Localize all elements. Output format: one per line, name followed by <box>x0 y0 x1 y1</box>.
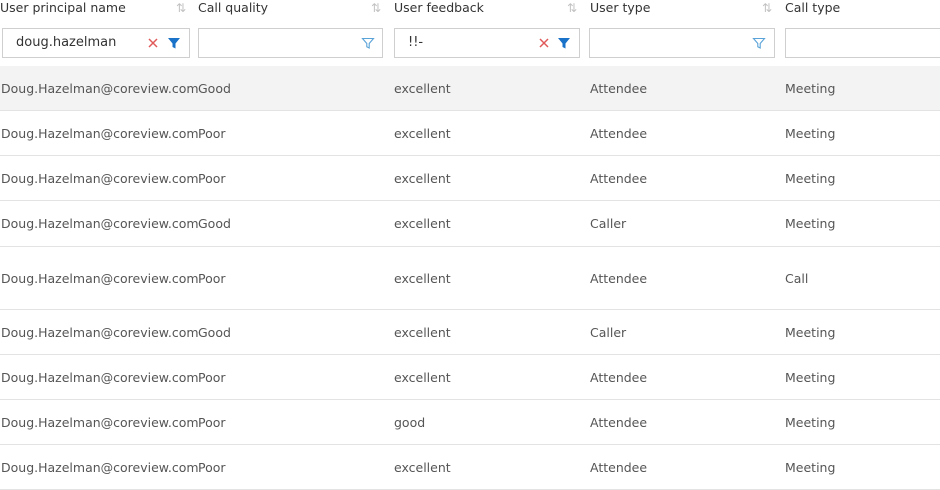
cell-user-principal-name: Doug.Hazelman@coreview.com <box>1 369 199 385</box>
cell-user-principal-name: Doug.Hazelman@coreview.com <box>1 80 199 96</box>
cell-user-principal-name: Doug.Hazelman@coreview.com <box>1 459 199 475</box>
header-user-feedback[interactable]: User feedback <box>394 0 484 16</box>
cell-user-type: Attendee <box>590 369 648 385</box>
sort-icon[interactable]: ⇅ <box>369 0 383 16</box>
cell-user-feedback: excellent <box>394 125 451 141</box>
header-user-type[interactable]: User type <box>590 0 650 16</box>
filter-user-principal-name[interactable]: doug.hazelman <box>2 28 190 58</box>
table-row[interactable]: Doug.Hazelman@coreview.com Poor excellent A… <box>0 111 940 156</box>
cell-user-feedback: excellent <box>394 216 451 231</box>
cell-user-type: Attendee <box>590 80 648 96</box>
cell-call-quality: Poor <box>198 270 226 286</box>
cell-call-type: Meeting <box>785 414 836 430</box>
cell-call-quality: Poor <box>198 170 226 186</box>
table-row[interactable]: Doug.Hazelman@coreview.com Poor excellent A… <box>0 445 940 490</box>
cell-call-quality: Good <box>198 80 231 96</box>
cell-user-feedback: excellent <box>394 170 451 186</box>
table-row[interactable]: Doug.Hazelman@coreview.com Poor excellent A… <box>0 355 940 400</box>
funnel-icon[interactable] <box>167 36 181 50</box>
table-row[interactable]: Doug.Hazelman@coreview.com Good excellent A… <box>0 66 940 111</box>
sort-icon[interactable]: ⇅ <box>174 0 188 16</box>
cell-user-feedback: excellent <box>394 459 451 475</box>
filter-user-feedback[interactable]: !!- <box>394 28 580 58</box>
table-row[interactable]: Doug.Hazelman@coreview.com Poor excellent A… <box>0 247 940 310</box>
cell-call-quality: Poor <box>198 125 226 141</box>
cell-user-principal-name: Doug.Hazelman@coreview.com <box>1 170 199 186</box>
sort-icon[interactable]: ⇅ <box>760 0 774 16</box>
cell-call-type: Meeting <box>785 80 836 96</box>
funnel-icon[interactable] <box>752 36 766 50</box>
filter-call-type[interactable] <box>785 28 940 58</box>
cell-user-principal-name: Doug.Hazelman@coreview.com <box>1 270 199 286</box>
filter-user-type[interactable] <box>589 28 775 58</box>
cell-call-type: Meeting <box>785 170 836 186</box>
close-icon[interactable] <box>146 36 160 50</box>
cell-call-type: Meeting <box>785 369 836 385</box>
cell-user-principal-name: Doug.Hazelman@coreview.com <box>1 125 199 141</box>
close-icon[interactable] <box>537 36 551 50</box>
cell-call-type: Call <box>785 270 809 286</box>
cell-call-quality: Poor <box>198 459 226 475</box>
cell-user-feedback: excellent <box>394 270 451 286</box>
cell-user-feedback: good <box>394 414 426 430</box>
cell-user-type: Caller <box>590 216 627 231</box>
cell-call-type: Meeting <box>785 125 836 141</box>
header-call-type[interactable]: Call type <box>785 0 840 16</box>
cell-call-quality: Poor <box>198 414 226 430</box>
funnel-icon[interactable] <box>361 36 375 50</box>
cell-call-type: Meeting <box>785 324 836 340</box>
cell-user-feedback: excellent <box>394 324 451 340</box>
cell-user-type: Attendee <box>590 459 648 475</box>
cell-call-quality: Good <box>198 324 231 340</box>
cell-call-quality: Good <box>198 216 231 231</box>
cell-user-principal-name: Doug.Hazelman@coreview.com <box>1 216 199 231</box>
cell-user-type: Attendee <box>590 270 648 286</box>
filter-value[interactable]: doug.hazelman <box>16 29 116 57</box>
header-call-quality[interactable]: Call quality <box>198 0 268 16</box>
cell-user-feedback: excellent <box>394 369 451 385</box>
cell-user-type: Caller <box>590 324 627 340</box>
table-row[interactable]: Doug.Hazelman@coreview.com Good excellent C… <box>0 201 940 247</box>
cell-user-principal-name: Doug.Hazelman@coreview.com <box>1 324 199 340</box>
cell-user-principal-name: Doug.Hazelman@coreview.com <box>1 414 199 430</box>
table-row[interactable]: Doug.Hazelman@coreview.com Good excellent C… <box>0 310 940 355</box>
cell-call-type: Meeting <box>785 216 836 231</box>
cell-user-type: Attendee <box>590 414 648 430</box>
table-row[interactable]: Doug.Hazelman@coreview.com Poor excellent A… <box>0 156 940 201</box>
header-user-principal-name[interactable]: User principal name <box>0 0 126 16</box>
cell-call-type: Meeting <box>785 459 836 475</box>
table-row[interactable]: Doug.Hazelman@coreview.com Poor good Attend… <box>0 400 940 445</box>
cell-user-type: Attendee <box>590 125 648 141</box>
filter-call-quality[interactable] <box>198 28 383 58</box>
cell-user-type: Attendee <box>590 170 648 186</box>
filter-value[interactable]: !!- <box>408 29 423 57</box>
funnel-icon[interactable] <box>557 36 571 50</box>
sort-icon[interactable]: ⇅ <box>565 0 579 16</box>
cell-user-feedback: excellent <box>394 80 451 96</box>
cell-call-quality: Poor <box>198 369 226 385</box>
